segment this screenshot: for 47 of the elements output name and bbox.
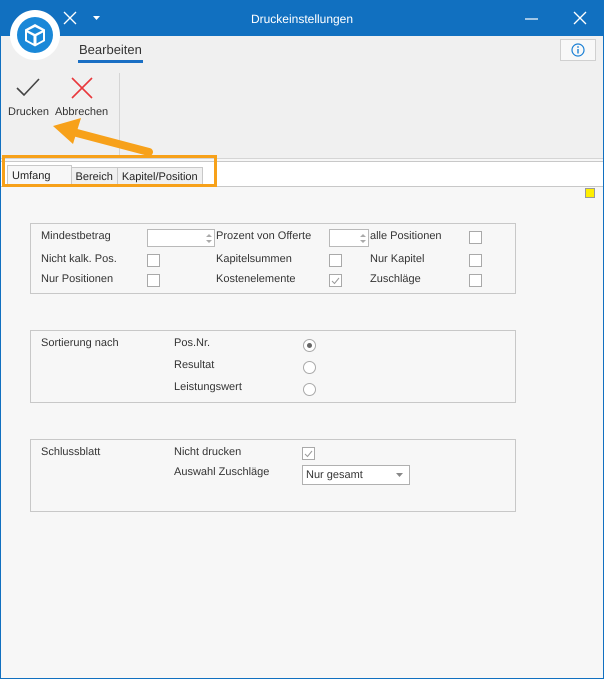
ribbon-tab[interactable]: Bearbeiten — [78, 41, 143, 63]
checkbox[interactable] — [469, 274, 482, 287]
info-button[interactable] — [560, 39, 596, 61]
print-button[interactable]: Drucken — [7, 75, 50, 120]
field-label: Nicht drucken — [174, 445, 242, 460]
field-label: Nur Kapitel — [370, 252, 426, 267]
field-label: Auswahl Zuschläge — [174, 465, 270, 480]
checkbox[interactable] — [329, 254, 342, 267]
option-label: Resultat — [174, 358, 216, 373]
field-label: Sortierung nach — [41, 336, 120, 351]
checkbox[interactable] — [147, 254, 160, 267]
field-label: Kostenelemente — [216, 272, 296, 287]
checkbox[interactable] — [469, 231, 482, 244]
field-label: Nicht kalk. Pos. — [41, 252, 118, 267]
info-icon — [571, 43, 585, 57]
spin-field[interactable] — [329, 229, 369, 247]
close-button[interactable] — [573, 11, 587, 25]
checkmark-icon — [15, 77, 42, 99]
app-logo[interactable] — [10, 10, 60, 60]
field-label: Nur Positionen — [41, 272, 114, 287]
cancel-button[interactable]: Abbrechen — [54, 75, 110, 120]
field-label: Prozent von Offerte — [216, 229, 312, 244]
checkbox[interactable] — [329, 274, 342, 287]
spin-field[interactable] — [147, 229, 215, 247]
dropdown[interactable]: Nur gesamt — [302, 465, 410, 485]
close-icon[interactable] — [63, 11, 77, 25]
radio-button[interactable] — [303, 339, 316, 352]
spinner-arrows-icon[interactable] — [360, 233, 366, 244]
cube-icon — [17, 17, 53, 53]
field-label: Schlussblatt — [41, 445, 102, 460]
caret-icon — [396, 473, 403, 477]
checkbox[interactable] — [147, 274, 160, 287]
status-marker — [585, 188, 595, 198]
caret-icon[interactable] — [93, 16, 100, 20]
radio-button[interactable] — [303, 383, 316, 396]
field-label: alle Positionen — [370, 229, 443, 244]
field-label: Zuschläge — [370, 272, 422, 287]
spinner-arrows-icon[interactable] — [206, 233, 212, 244]
field-label: Mindestbetrag — [41, 229, 112, 244]
checkbox[interactable] — [302, 447, 315, 460]
cross-icon — [68, 77, 95, 99]
option-label: Leistungswert — [174, 380, 243, 395]
window-title: Druckeinstellungen — [250, 12, 354, 26]
option-label: Pos.Nr. — [174, 336, 212, 351]
radio-button[interactable] — [303, 361, 316, 374]
checkbox[interactable] — [469, 254, 482, 267]
field-label: Kapitelsummen — [216, 252, 293, 267]
